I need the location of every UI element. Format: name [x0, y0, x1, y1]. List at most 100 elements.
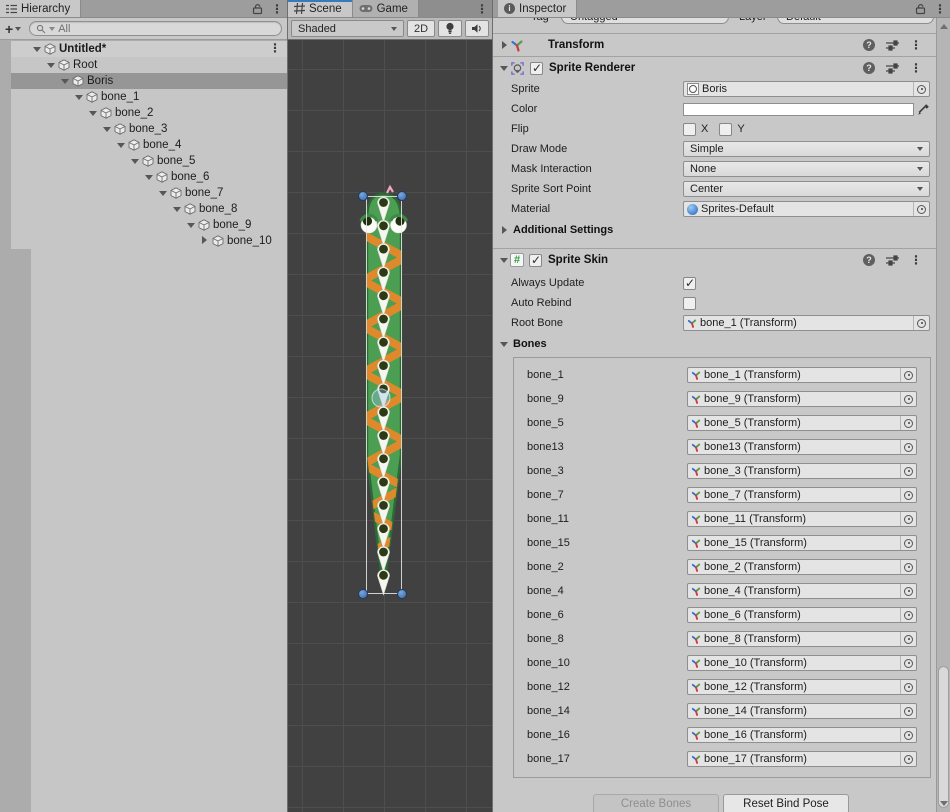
shading-mode-dropdown[interactable]: Shaded	[291, 20, 404, 37]
object-picker-button[interactable]	[900, 608, 916, 622]
inspector-menu-icon[interactable]	[934, 3, 946, 15]
bone-object-field[interactable]: bone_3 (Transform)	[687, 463, 917, 479]
object-picker-button[interactable]	[900, 584, 916, 598]
selection-handle-top-left[interactable]	[358, 191, 368, 201]
component-menu-icon[interactable]	[910, 39, 922, 51]
foldout-arrow-icon[interactable]	[184, 217, 197, 233]
layer-dropdown[interactable]: Default	[777, 18, 934, 24]
foldout-arrow-icon[interactable]	[86, 105, 99, 121]
foldout-arrow-icon[interactable]	[44, 57, 57, 73]
hierarchy-search-input[interactable]: All	[29, 21, 282, 36]
sort-point-dropdown[interactable]: Center	[683, 181, 930, 197]
scroll-down-icon[interactable]	[940, 801, 948, 806]
lock-icon[interactable]	[915, 3, 926, 15]
foldout-arrow-icon[interactable]	[100, 121, 113, 137]
scroll-up-icon[interactable]	[940, 24, 948, 29]
help-icon[interactable]: ?	[863, 62, 875, 74]
transform-component-header[interactable]: Transform ?	[493, 34, 936, 56]
inspector-scrollbar[interactable]	[936, 18, 950, 812]
object-picker-button[interactable]	[900, 728, 916, 742]
help-icon[interactable]: ?	[863, 39, 875, 51]
bone-object-field[interactable]: bone_6 (Transform)	[687, 607, 917, 623]
component-menu-icon[interactable]	[910, 254, 922, 266]
flip-x-checkbox[interactable]	[683, 123, 696, 136]
foldout-arrow-icon[interactable]	[128, 153, 141, 169]
hierarchy-empty-area[interactable]	[31, 249, 287, 812]
bone-object-field[interactable]: bone_1 (Transform)	[687, 367, 917, 383]
object-picker-button[interactable]	[900, 536, 916, 550]
object-picker-button[interactable]	[913, 202, 929, 216]
scene-lighting-button[interactable]	[438, 20, 462, 37]
presets-icon[interactable]	[886, 40, 899, 51]
always-update-checkbox[interactable]	[683, 277, 696, 290]
object-picker-button[interactable]	[900, 488, 916, 502]
bone-object-field[interactable]: bone_10 (Transform)	[687, 655, 917, 671]
object-picker-button[interactable]	[900, 752, 916, 766]
hierarchy-item[interactable]: bone_6	[11, 169, 287, 185]
foldout-arrow-icon[interactable]	[498, 41, 510, 49]
material-object-field[interactable]: Sprites-Default	[683, 201, 930, 217]
help-icon[interactable]: ?	[863, 254, 875, 266]
hierarchy-item[interactable]: bone_10	[11, 233, 287, 249]
component-menu-icon[interactable]	[910, 62, 922, 74]
sprite-renderer-component-header[interactable]: Sprite Renderer ?	[493, 57, 936, 79]
foldout-arrow-icon[interactable]	[142, 169, 155, 185]
scene-menu-icon[interactable]	[269, 42, 281, 54]
hierarchy-menu-icon[interactable]	[271, 3, 283, 15]
bone-object-field[interactable]: bone_4 (Transform)	[687, 583, 917, 599]
tag-dropdown[interactable]: Untagged	[561, 18, 729, 24]
selection-handle-bottom-right[interactable]	[397, 589, 407, 599]
object-picker-button[interactable]	[900, 512, 916, 526]
hierarchy-item[interactable]: bone_3	[11, 121, 287, 137]
object-picker-button[interactable]	[900, 656, 916, 670]
hierarchy-item[interactable]: bone_7	[11, 185, 287, 201]
hierarchy-item[interactable]: bone_9	[11, 217, 287, 233]
hierarchy-item[interactable]: Root	[11, 57, 287, 73]
foldout-arrow-icon[interactable]	[30, 41, 43, 57]
tab-game[interactable]: Game	[353, 0, 419, 17]
bone-object-field[interactable]: bone_14 (Transform)	[687, 703, 917, 719]
hierarchy-item[interactable]: bone_1	[11, 89, 287, 105]
object-picker-button[interactable]	[900, 632, 916, 646]
scene-menu-icon[interactable]	[476, 3, 488, 15]
bone-object-field[interactable]: bone_12 (Transform)	[687, 679, 917, 695]
bones-foldout[interactable]: Bones	[493, 333, 936, 355]
foldout-arrow-icon[interactable]	[72, 89, 85, 105]
object-picker-button[interactable]	[900, 440, 916, 454]
flip-y-checkbox[interactable]	[719, 123, 732, 136]
hierarchy-item[interactable]: Boris	[11, 73, 287, 89]
presets-icon[interactable]	[886, 63, 899, 74]
object-picker-button[interactable]	[900, 368, 916, 382]
bone-object-field[interactable]: bone_17 (Transform)	[687, 751, 917, 767]
object-picker-button[interactable]	[900, 416, 916, 430]
draw-mode-dropdown[interactable]: Simple	[683, 141, 930, 157]
sprite-skin-enabled-checkbox[interactable]	[529, 254, 542, 267]
search-filter-chevron-icon[interactable]	[49, 27, 55, 31]
hierarchy-item[interactable]: bone_2	[11, 105, 287, 121]
sprite-skin-component-header[interactable]: Sprite Skin ?	[493, 249, 936, 271]
object-picker-button[interactable]	[900, 392, 916, 406]
hierarchy-item[interactable]: bone_8	[11, 201, 287, 217]
bone-object-field[interactable]: bone_16 (Transform)	[687, 727, 917, 743]
bone-object-field[interactable]: bone_9 (Transform)	[687, 391, 917, 407]
reset-bind-pose-button[interactable]: Reset Bind Pose	[723, 794, 849, 812]
object-picker-button[interactable]	[900, 560, 916, 574]
tab-scene[interactable]: Scene	[288, 0, 353, 17]
hierarchy-item[interactable]: Untitled*	[11, 41, 287, 57]
foldout-arrow-icon[interactable]	[170, 201, 183, 217]
sprite-renderer-enabled-checkbox[interactable]	[530, 62, 543, 75]
object-picker-button[interactable]	[913, 316, 929, 330]
object-picker-button[interactable]	[900, 464, 916, 478]
lock-icon[interactable]	[252, 3, 263, 15]
foldout-arrow-icon[interactable]	[58, 73, 71, 89]
hierarchy-item[interactable]: bone_5	[11, 153, 287, 169]
bone-object-field[interactable]: bone_7 (Transform)	[687, 487, 917, 503]
selection-handle-bottom-left[interactable]	[358, 589, 368, 599]
hierarchy-item[interactable]: bone_4	[11, 137, 287, 153]
eyedropper-icon[interactable]	[917, 103, 930, 116]
2d-toggle-button[interactable]: 2D	[407, 20, 435, 37]
foldout-arrow-icon[interactable]	[198, 233, 211, 249]
bone-object-field[interactable]: bone_5 (Transform)	[687, 415, 917, 431]
bone-object-field[interactable]: bone13 (Transform)	[687, 439, 917, 455]
presets-icon[interactable]	[886, 255, 899, 266]
